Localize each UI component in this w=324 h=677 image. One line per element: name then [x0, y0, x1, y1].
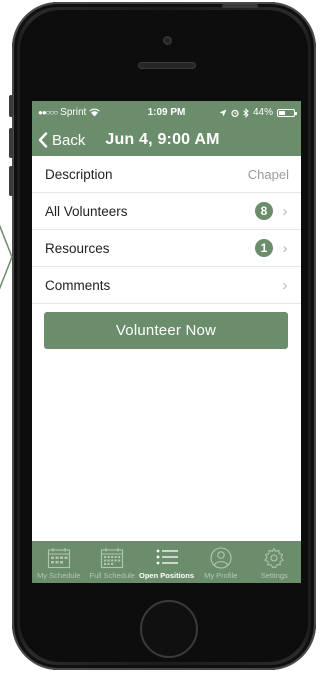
comments-row[interactable]: Comments › — [32, 267, 301, 304]
wifi-icon — [89, 108, 101, 117]
side-pointer-icon — [0, 224, 13, 290]
battery-percent: 44% — [252, 107, 273, 118]
signal-strength-icon: ●●○○○ — [38, 108, 58, 117]
resources-count-badge: 1 — [255, 239, 273, 257]
tab-open-positions-label: Open Positions — [139, 571, 195, 580]
volunteer-now-button[interactable]: Volunteer Now — [44, 312, 288, 349]
carrier-label: Sprint — [60, 107, 87, 118]
back-button[interactable]: Back — [38, 132, 85, 149]
alarm-icon — [231, 109, 239, 117]
calendar-icon — [47, 548, 70, 569]
all-volunteers-label: All Volunteers — [45, 203, 128, 219]
navigation-bar: Back Jun 4, 9:00 AM — [32, 124, 301, 156]
bluetooth-icon — [243, 107, 249, 118]
app-screen: ●●○○○ Sprint 1:09 PM 44% Back Jun 4, 9:0… — [32, 101, 301, 583]
back-label: Back — [52, 131, 86, 149]
status-bar: ●●○○○ Sprint 1:09 PM 44% — [32, 101, 301, 124]
mute-switch — [9, 95, 13, 117]
tab-full-schedule-label: Full Schedule — [89, 571, 135, 580]
gear-icon — [264, 547, 285, 569]
home-button[interactable] — [140, 600, 198, 658]
chevron-left-icon — [38, 132, 48, 148]
tab-settings[interactable]: Settings — [248, 541, 301, 583]
chevron-right-icon: › — [282, 202, 288, 220]
resources-label: Resources — [45, 240, 110, 256]
volume-up-button — [9, 128, 13, 158]
volume-down-button — [9, 166, 13, 196]
list-icon — [156, 549, 178, 565]
tab-my-schedule-label: My Schedule — [37, 571, 81, 580]
tab-my-schedule[interactable]: My Schedule — [32, 541, 86, 583]
chevron-right-icon: › — [282, 276, 288, 294]
tab-bar: My Schedule Full Schedule Open Positions… — [32, 541, 301, 583]
description-row: Description Chapel — [32, 156, 301, 193]
person-icon — [210, 547, 232, 569]
volunteers-count-badge: 8 — [255, 202, 273, 220]
page-title: Jun 4, 9:00 AM — [105, 131, 220, 148]
battery-icon — [277, 108, 297, 117]
chevron-right-icon: › — [282, 239, 288, 257]
all-volunteers-row[interactable]: All Volunteers 8 › — [32, 193, 301, 230]
tab-my-profile-label: My Profile — [204, 571, 238, 580]
earpiece-speaker — [138, 62, 196, 69]
tab-open-positions[interactable]: Open Positions — [139, 541, 194, 583]
power-button — [222, 4, 258, 8]
description-label: Description — [45, 166, 113, 182]
description-value: Chapel — [247, 166, 289, 182]
tab-settings-label: Settings — [260, 571, 288, 580]
tab-my-profile[interactable]: My Profile — [194, 541, 248, 583]
detail-list: Description Chapel All Volunteers 8 › Re… — [32, 156, 301, 304]
battery-fill — [279, 110, 286, 115]
calendar-grid-icon — [101, 548, 124, 569]
front-camera — [163, 36, 172, 45]
resources-row[interactable]: Resources 1 › — [32, 230, 301, 267]
comments-label: Comments — [45, 277, 111, 293]
location-arrow-icon — [219, 109, 227, 116]
tab-full-schedule[interactable]: Full Schedule — [86, 541, 140, 583]
